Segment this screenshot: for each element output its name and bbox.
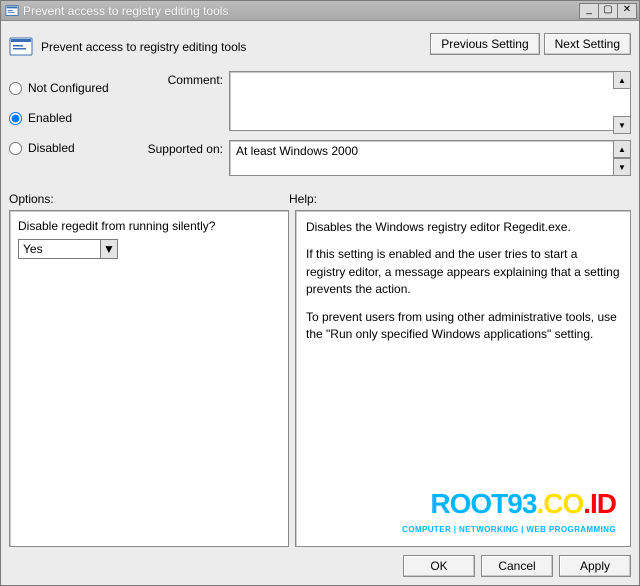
comment-scroll-down-icon[interactable]: ▼: [613, 116, 631, 134]
chevron-down-icon[interactable]: ▼: [100, 239, 118, 259]
comment-label: Comment:: [139, 71, 229, 87]
minimize-button[interactable]: _: [579, 3, 599, 19]
option-disable-silent-combo[interactable]: Yes ▼: [18, 239, 118, 259]
radio-enabled[interactable]: Enabled: [9, 111, 139, 125]
watermark: ROOT93.CO.ID COMPUTER | NETWORKING | WEB…: [402, 484, 616, 536]
radio-enabled-label: Enabled: [28, 111, 72, 125]
help-pane: Disables the Windows registry editor Reg…: [295, 210, 631, 547]
app-icon: [5, 4, 19, 18]
ok-button[interactable]: OK: [403, 555, 475, 577]
policy-icon: [9, 35, 33, 59]
title-bar[interactable]: Prevent access to registry editing tools…: [1, 1, 639, 21]
help-paragraph: If this setting is enabled and the user …: [306, 246, 620, 298]
next-setting-button[interactable]: Next Setting: [544, 33, 631, 55]
radio-not-configured-label: Not Configured: [28, 81, 109, 95]
option-disable-silent-label: Disable regedit from running silently?: [18, 219, 280, 233]
state-radio-group: Not Configured Enabled Disabled: [9, 71, 139, 182]
close-button[interactable]: ✕: [617, 3, 637, 19]
policy-editor-window: Prevent access to registry editing tools…: [0, 0, 640, 586]
comment-scroll-up-icon[interactable]: ▲: [613, 71, 631, 89]
maximize-button[interactable]: ▢: [598, 3, 618, 19]
option-disable-silent-value[interactable]: Yes: [18, 239, 100, 259]
supported-scroll-up-icon[interactable]: ▲: [613, 140, 631, 158]
window-title: Prevent access to registry editing tools: [23, 4, 579, 18]
supported-label: Supported on:: [139, 140, 229, 156]
radio-disabled-label: Disabled: [28, 141, 75, 155]
radio-enabled-input[interactable]: [9, 112, 22, 125]
supported-scroll-down-icon[interactable]: ▼: [613, 158, 631, 176]
client-area: Prevent access to registry editing tools…: [1, 21, 639, 585]
watermark-brand: ROOT93.CO.ID: [402, 484, 616, 525]
radio-not-configured[interactable]: Not Configured: [9, 81, 139, 95]
radio-not-configured-input[interactable]: [9, 82, 22, 95]
help-paragraph: Disables the Windows registry editor Reg…: [306, 219, 620, 236]
radio-disabled-input[interactable]: [9, 142, 22, 155]
watermark-tagline: COMPUTER | NETWORKING | WEB PROGRAMMING: [402, 524, 616, 536]
help-paragraph: To prevent users from using other admini…: [306, 309, 620, 344]
window-controls: _ ▢ ✕: [579, 3, 637, 19]
comment-input[interactable]: [229, 71, 631, 131]
supported-on-value: At least Windows 2000: [229, 140, 631, 176]
apply-button[interactable]: Apply: [559, 555, 631, 577]
policy-name: Prevent access to registry editing tools: [41, 40, 246, 54]
help-section-label: Help:: [289, 192, 631, 206]
cancel-button[interactable]: Cancel: [481, 555, 553, 577]
dialog-button-row: OK Cancel Apply: [9, 547, 631, 577]
previous-setting-button[interactable]: Previous Setting: [430, 33, 539, 55]
options-section-label: Options:: [9, 192, 289, 206]
radio-disabled[interactable]: Disabled: [9, 141, 139, 155]
options-pane: Disable regedit from running silently? Y…: [9, 210, 289, 547]
